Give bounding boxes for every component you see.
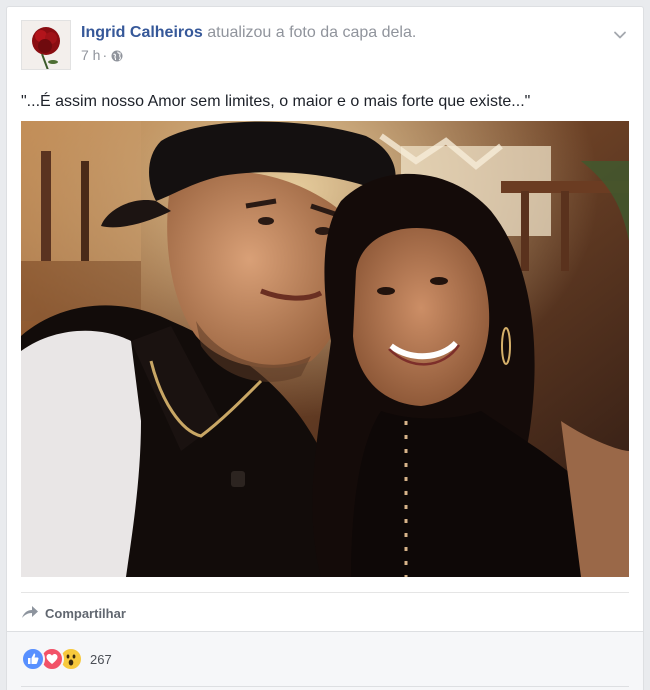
share-label: Compartilhar xyxy=(45,605,126,621)
post-caption: "...É assim nosso Amor sem limites, o ma… xyxy=(21,93,531,110)
post-photo[interactable] xyxy=(21,121,629,577)
chevron-down-icon[interactable] xyxy=(613,28,627,42)
reaction-count: 267 xyxy=(90,651,112,667)
post-card: Ingrid Calheiros atualizou a foto da cap… xyxy=(6,6,644,690)
author-name-link[interactable]: Ingrid Calheiros xyxy=(81,24,203,41)
post-timestamp[interactable]: 7 h xyxy=(81,47,100,63)
share-button[interactable]: Compartilhar xyxy=(21,603,126,623)
footer-divider xyxy=(21,686,629,687)
post-action-text: atualizou a foto da capa dela. xyxy=(207,24,417,41)
like-reaction-icon xyxy=(21,647,45,671)
share-arrow-icon xyxy=(21,605,45,622)
reactions-summary[interactable]: 267 xyxy=(21,647,112,671)
meta-separator: · xyxy=(102,47,108,63)
author-avatar[interactable] xyxy=(21,20,71,70)
post-headline: Ingrid Calheiros atualizou a foto da cap… xyxy=(81,23,416,43)
post-footer: 267 xyxy=(7,631,643,690)
post-meta: 7 h · xyxy=(81,46,123,66)
globe-icon[interactable] xyxy=(111,48,123,66)
share-divider xyxy=(21,592,629,593)
post-header: Ingrid Calheiros atualizou a foto da cap… xyxy=(21,20,629,70)
